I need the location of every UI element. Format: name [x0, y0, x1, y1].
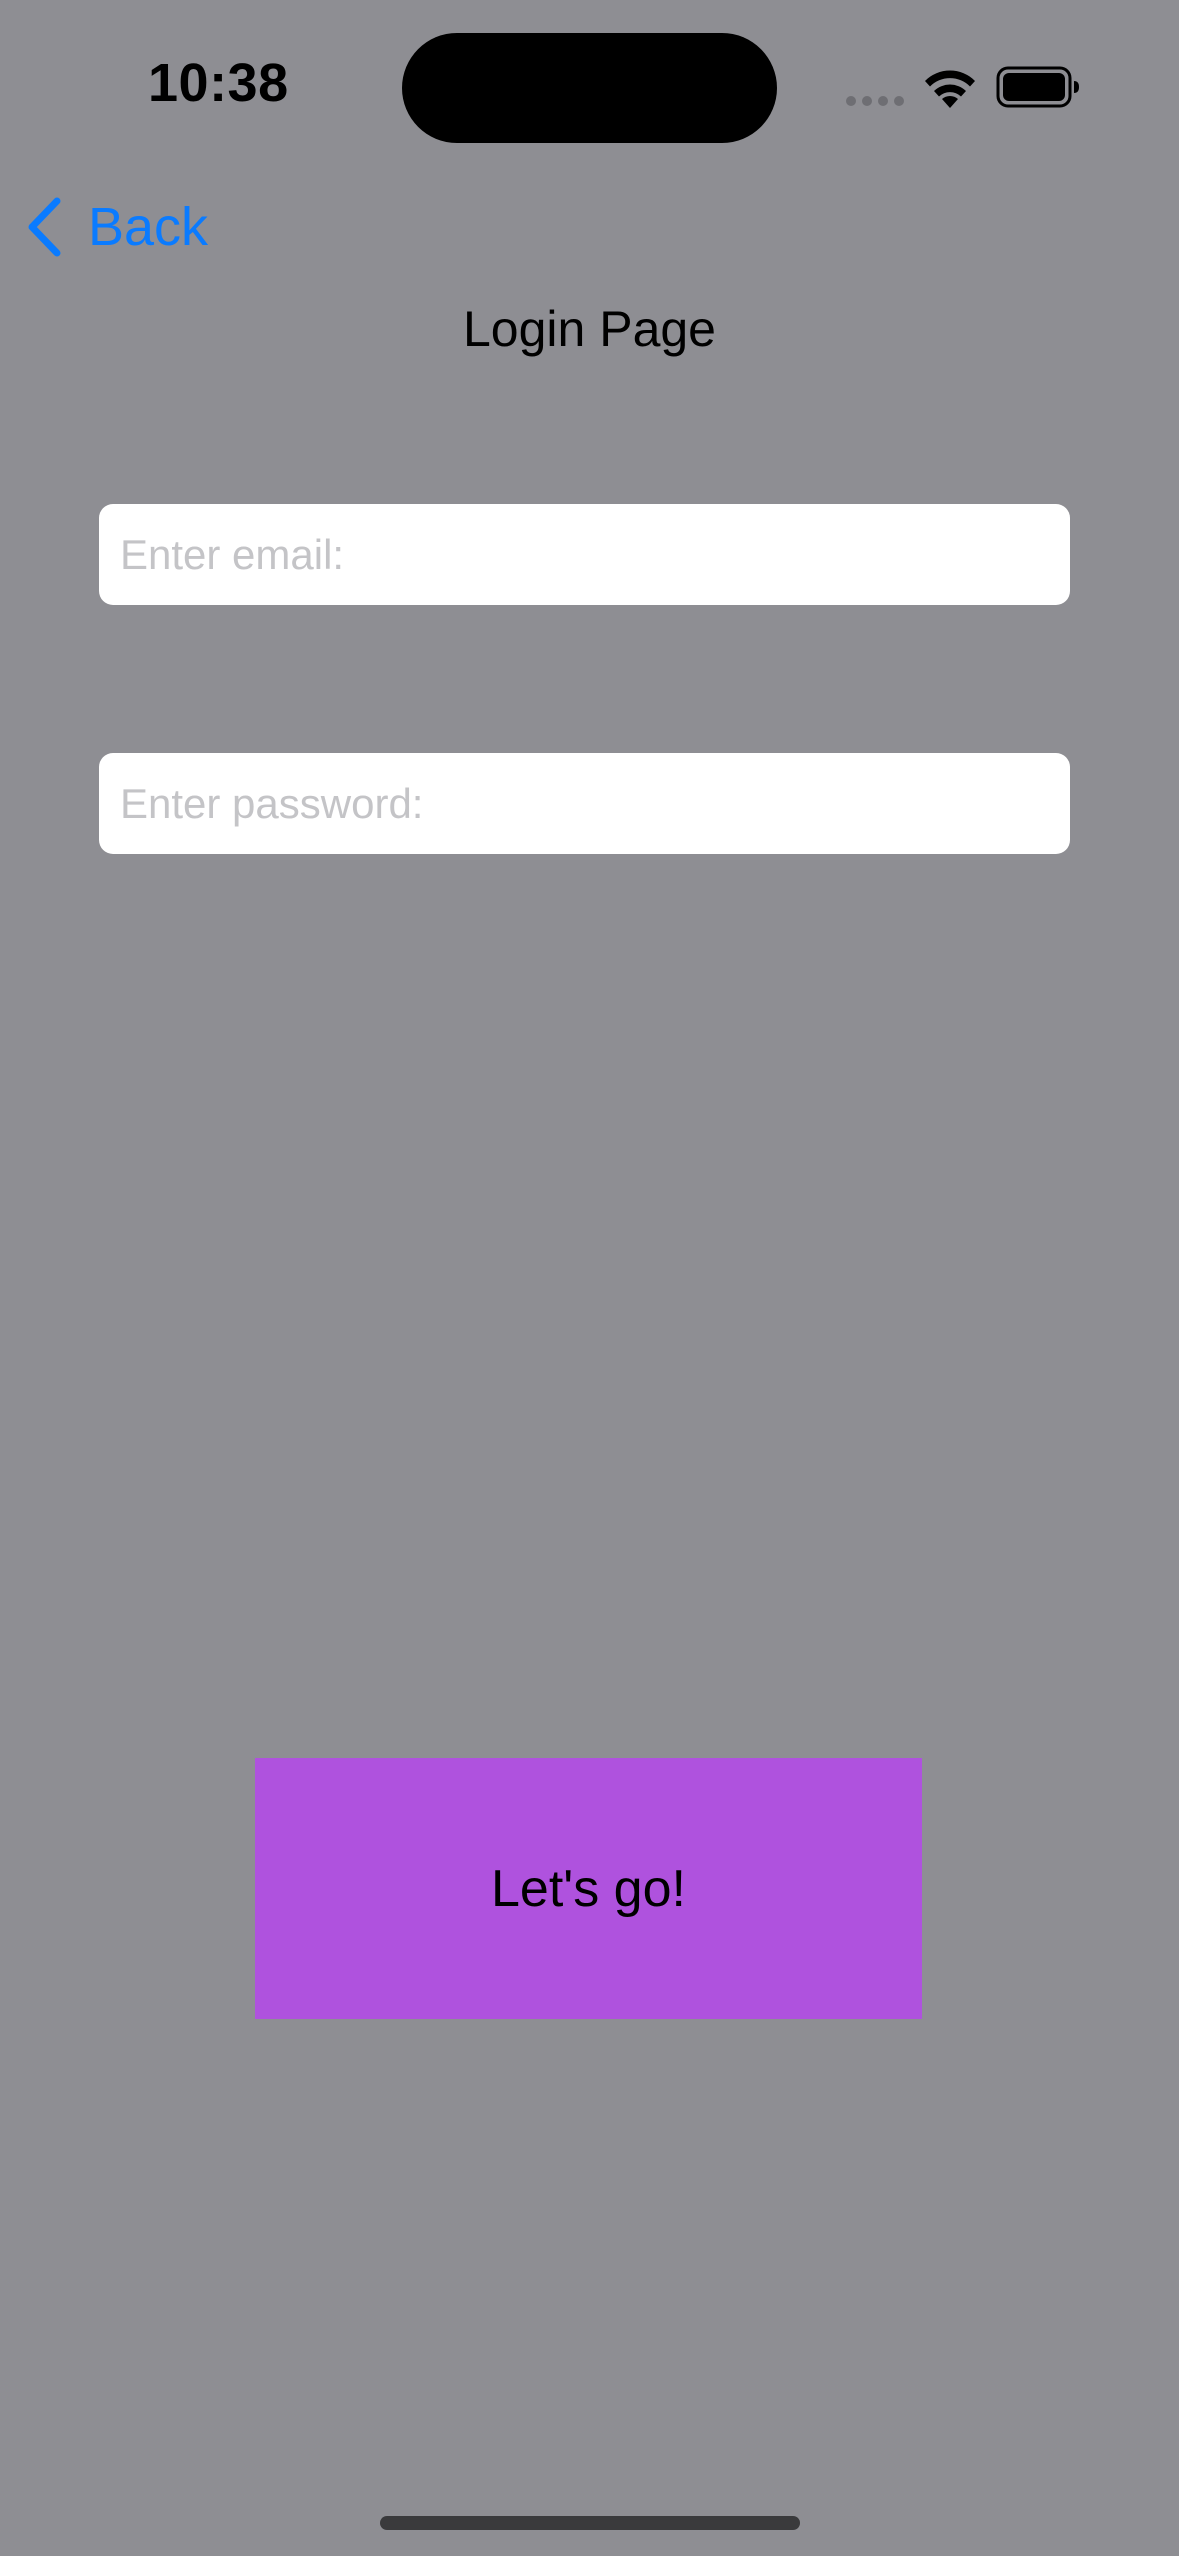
cellular-signal-icon [846, 96, 904, 106]
page-title: Login Page [462, 301, 716, 357]
email-field[interactable] [99, 504, 1070, 605]
battery-icon [996, 66, 1079, 108]
back-button[interactable]: Back [24, 192, 208, 262]
back-label: Back [88, 197, 209, 257]
login-screen: 10:38 Back Login Page Let's go! [0, 0, 1179, 2556]
wifi-icon [925, 70, 975, 108]
status-time: 10:38 [148, 53, 289, 113]
chevron-left-icon [28, 197, 61, 257]
lets-go-label: Let's go! [491, 1859, 686, 1918]
lets-go-button[interactable]: Let's go! [255, 1758, 922, 2019]
password-field[interactable] [99, 753, 1070, 854]
home-indicator [380, 2516, 800, 2530]
dynamic-island [402, 33, 777, 143]
